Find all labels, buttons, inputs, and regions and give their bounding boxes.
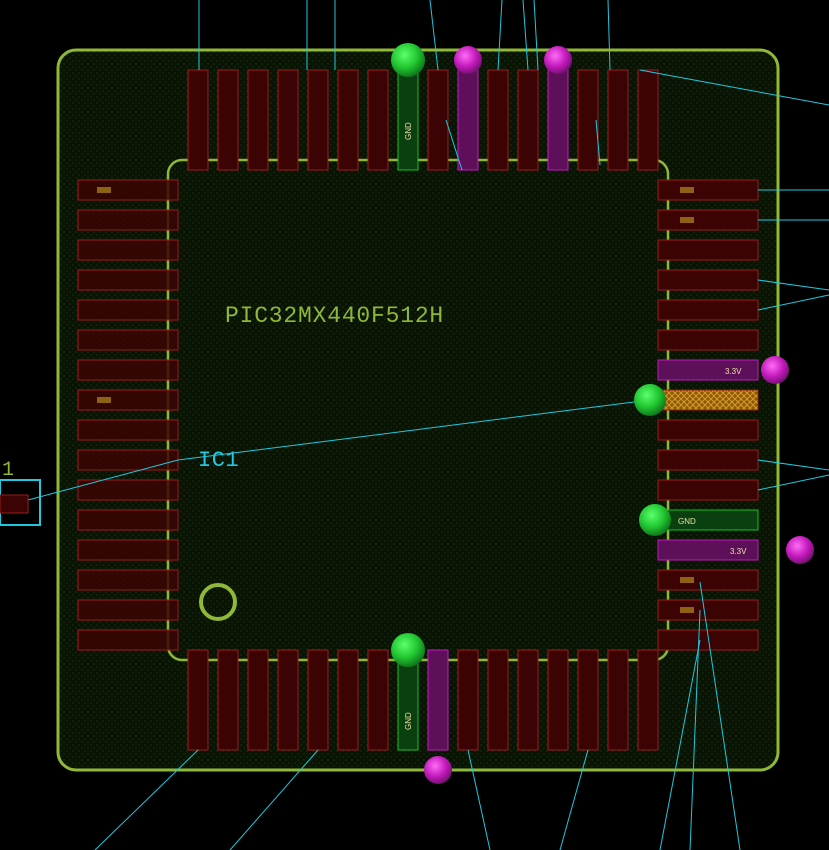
pad-bot-16[interactable]	[638, 650, 658, 750]
pad-top-3[interactable]	[248, 70, 268, 170]
pad-top-6[interactable]	[338, 70, 358, 170]
pad-top-10-3v3[interactable]	[458, 70, 478, 170]
pad-left-1[interactable]	[78, 630, 178, 650]
pad-bot-6[interactable]	[338, 650, 358, 750]
pad-right-14[interactable]	[658, 570, 758, 590]
pad-left-7[interactable]	[78, 450, 178, 470]
via-3v3-top-b[interactable]	[544, 46, 572, 74]
offscreen-component-left[interactable]: 1	[0, 459, 40, 525]
pad-left-13[interactable]	[78, 270, 178, 290]
pad-top-8-gnd[interactable]	[398, 70, 418, 170]
pad-right-11[interactable]	[658, 480, 758, 500]
via-3v3-top-a[interactable]	[454, 46, 482, 74]
pad-top-2[interactable]	[218, 70, 238, 170]
pad-right-5[interactable]	[658, 300, 758, 320]
pad-top-7[interactable]	[368, 70, 388, 170]
via-3v3-right-b[interactable]	[786, 536, 814, 564]
pad-bot-14[interactable]	[578, 650, 598, 750]
pad-right-6[interactable]	[658, 330, 758, 350]
pad-bot-2[interactable]	[218, 650, 238, 750]
pad-right-10[interactable]	[658, 450, 758, 470]
pad-bot-12[interactable]	[518, 650, 538, 750]
pad-bot-10[interactable]	[458, 650, 478, 750]
pad-left-8[interactable]	[78, 420, 178, 440]
offscreen-label: 1	[2, 459, 15, 482]
pad-right-2[interactable]	[658, 210, 758, 230]
via-gnd-right-a[interactable]	[634, 384, 666, 416]
pad-right-4[interactable]	[658, 270, 758, 290]
pad-right-1[interactable]	[658, 180, 758, 200]
net-label-3v3-right-b: 3.3V	[730, 547, 747, 556]
pad-bot-5[interactable]	[308, 650, 328, 750]
pad-right-3[interactable]	[658, 240, 758, 260]
net-label-gnd-top: GND	[404, 122, 413, 140]
pad-top-16[interactable]	[638, 70, 658, 170]
pad-right-8-selected[interactable]	[658, 390, 758, 410]
pcb-canvas[interactable]: GND GND GND 3.3V 3.3V	[0, 0, 829, 850]
net-label-gnd-right: GND	[678, 517, 696, 526]
pad-left-5[interactable]	[78, 510, 178, 530]
pad-left-3[interactable]	[78, 570, 178, 590]
via-gnd-right-b[interactable]	[639, 504, 671, 536]
net-label-gnd-bot: GND	[404, 712, 413, 730]
ic-body[interactable]	[168, 160, 668, 660]
pad-right-9[interactable]	[658, 420, 758, 440]
pad-left-2[interactable]	[78, 600, 178, 620]
pad-top-14[interactable]	[578, 70, 598, 170]
pad-top-15[interactable]	[608, 70, 628, 170]
pad-top-11[interactable]	[488, 70, 508, 170]
pad-left-9[interactable]	[78, 390, 178, 410]
pad-left-10[interactable]	[78, 360, 178, 380]
part-value-text: PIC32MX440F512H	[225, 303, 444, 329]
pad-bot-7[interactable]	[368, 650, 388, 750]
pad-left-15[interactable]	[78, 210, 178, 230]
pad-top-4[interactable]	[278, 70, 298, 170]
pad-bot-1[interactable]	[188, 650, 208, 750]
pad-right-12-gnd[interactable]	[658, 510, 758, 530]
pad-left-12[interactable]	[78, 300, 178, 320]
reference-designator: IC1	[198, 448, 239, 473]
via-gnd-top[interactable]	[391, 43, 425, 77]
via-gnd-bot[interactable]	[391, 633, 425, 667]
pad-top-13-3v3[interactable]	[548, 70, 568, 170]
pad-top-1[interactable]	[188, 70, 208, 170]
pad-bot-11[interactable]	[488, 650, 508, 750]
pad-bot-4[interactable]	[278, 650, 298, 750]
pad-top-12[interactable]	[518, 70, 538, 170]
pad-left-16[interactable]	[78, 180, 178, 200]
pad-left-14[interactable]	[78, 240, 178, 260]
via-3v3-bot[interactable]	[424, 756, 452, 784]
pad-right-7-3v3[interactable]	[658, 360, 758, 380]
net-label-3v3-right-a: 3.3V	[725, 367, 742, 376]
pad-left-4[interactable]	[78, 540, 178, 560]
pad-bot-9-3v3[interactable]	[428, 650, 448, 750]
pad-bot-13[interactable]	[548, 650, 568, 750]
pad-bot-3[interactable]	[248, 650, 268, 750]
pad-right-15[interactable]	[658, 600, 758, 620]
pad-left-11[interactable]	[78, 330, 178, 350]
pad-top-9[interactable]	[428, 70, 448, 170]
via-3v3-right-a[interactable]	[761, 356, 789, 384]
pad-top-5[interactable]	[308, 70, 328, 170]
pad-bot-15[interactable]	[608, 650, 628, 750]
